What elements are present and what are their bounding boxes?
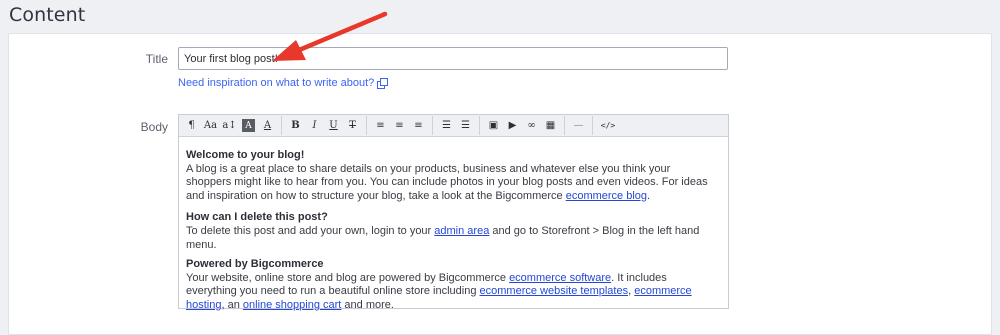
section-title: Content [9, 4, 86, 26]
external-link-icon [377, 77, 389, 89]
code-view-icon[interactable]: </> [597, 116, 619, 135]
video-icon[interactable]: ▶ [503, 116, 522, 135]
bullet-list-icon[interactable]: ☰ [437, 116, 456, 135]
toolbar-divider [366, 116, 367, 135]
ecommerce-software-link[interactable]: ecommerce software [509, 272, 611, 284]
numbered-list-icon[interactable]: ☰ [456, 116, 475, 135]
editor-toolbar: ¶ Aa a↕ A A B I U T ≡ ≡ ≡ ☰ ☰ ▣ ▶ ∞ ▦ — … [179, 115, 728, 137]
strikethrough-icon[interactable]: T [343, 116, 362, 135]
powered-block: Powered by Bigcommerce Your website, onl… [186, 258, 716, 312]
align-right-icon[interactable]: ≡ [409, 116, 428, 135]
font-family-icon[interactable]: Aa [201, 116, 220, 135]
powered-text: , an [221, 298, 243, 311]
font-size-icon[interactable]: a↕ [220, 116, 239, 135]
shopping-cart-link[interactable]: online shopping cart [243, 299, 341, 311]
welcome-end: . [647, 189, 651, 202]
powered-text: and more. [341, 298, 394, 311]
bold-icon[interactable]: B [286, 116, 305, 135]
welcome-heading: Welcome to your blog! [186, 149, 305, 161]
body-editor[interactable]: ¶ Aa a↕ A A B I U T ≡ ≡ ≡ ☰ ☰ ▣ ▶ ∞ ▦ — … [178, 114, 729, 311]
underline-icon[interactable]: U [324, 116, 343, 135]
powered-text: Your website, online store and blog are … [186, 271, 510, 284]
body-label: Body [140, 120, 168, 134]
horizontal-rule-icon[interactable]: — [569, 116, 588, 135]
inspiration-link-text: Need inspiration on what to write about? [178, 77, 375, 89]
italic-icon[interactable]: I [305, 116, 324, 135]
welcome-block: Welcome to your blog! A blog is a great … [186, 149, 716, 203]
title-label: Title [145, 52, 168, 66]
background-color-icon[interactable]: A [242, 119, 255, 132]
powered-paragraph: Your website, online store and blog are … [186, 272, 716, 313]
link-icon[interactable]: ∞ [522, 116, 541, 135]
font-color-icon[interactable]: A [258, 116, 277, 135]
title-input[interactable] [178, 47, 728, 70]
toolbar-divider [564, 116, 565, 135]
admin-area-link[interactable]: admin area [434, 225, 489, 237]
ecommerce-templates-link[interactable]: ecommerce website templates [480, 285, 629, 297]
delete-paragraph: To delete this post and add your own, lo… [186, 225, 716, 252]
image-icon[interactable]: ▣ [484, 116, 503, 135]
editor-content[interactable]: Welcome to your blog! A blog is a great … [186, 149, 716, 319]
delete-heading: How can I delete this post? [186, 211, 328, 224]
ecommerce-blog-link[interactable]: ecommerce blog [566, 190, 647, 202]
toolbar-divider [281, 116, 282, 135]
toolbar-divider [479, 116, 480, 135]
paragraph-icon[interactable]: ¶ [182, 116, 201, 135]
delete-block: How can I delete this post? To delete th… [186, 211, 716, 252]
delete-text: To delete this post and add your own, lo… [186, 224, 435, 237]
align-center-icon[interactable]: ≡ [390, 116, 409, 135]
table-icon[interactable]: ▦ [541, 116, 560, 135]
align-left-icon[interactable]: ≡ [371, 116, 390, 135]
toolbar-divider [432, 116, 433, 135]
inspiration-link[interactable]: Need inspiration on what to write about? [178, 77, 389, 89]
toolbar-divider [592, 116, 593, 135]
welcome-paragraph: A blog is a great place to share details… [186, 163, 716, 204]
powered-heading: Powered by Bigcommerce [186, 258, 324, 271]
